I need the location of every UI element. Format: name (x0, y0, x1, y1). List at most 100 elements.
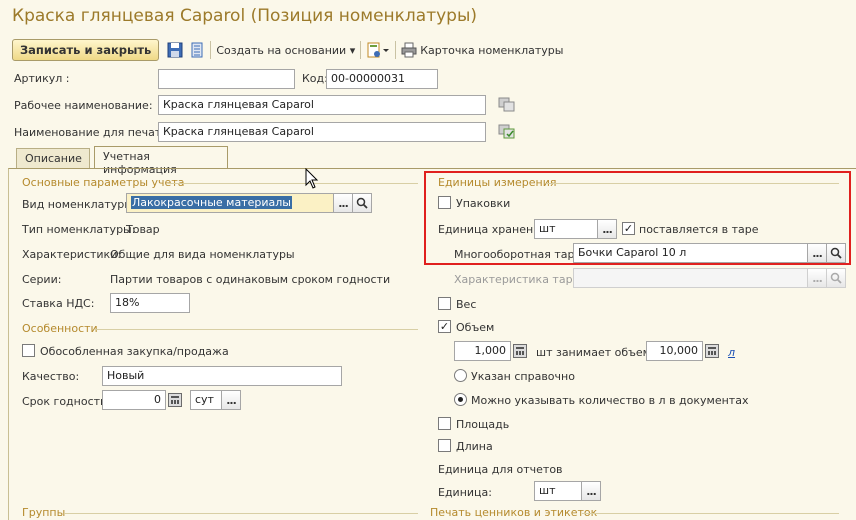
characteristics-value: Общие для вида номенклатуры (110, 248, 295, 261)
radio-docs-label: Можно указывать количество в л в докумен… (471, 394, 749, 407)
volume-label: Объем (456, 321, 495, 334)
code-input[interactable]: 00-00000031 (326, 69, 438, 89)
volume-amount-input[interactable]: 10,000 (646, 341, 703, 361)
area-label: Площадь (456, 418, 510, 431)
calculator-icon[interactable] (705, 344, 719, 358)
unit-select-button[interactable]: ... (581, 481, 601, 501)
work-name-label: Рабочее наименование: (14, 99, 153, 112)
chevron-down-icon: ▾ (349, 43, 356, 57)
volume-text: шт занимает объем (536, 346, 651, 359)
container-characteristic-open-button[interactable] (826, 268, 846, 288)
group-divider (94, 329, 418, 330)
create-based-on-label: Создать на основании (216, 43, 347, 57)
kind-input[interactable]: Лакокрасочные материалы (126, 193, 334, 213)
toolbar-separator (395, 41, 397, 59)
save-and-close-button[interactable]: Записать и закрыть (12, 39, 160, 61)
container-characteristic-input[interactable] (573, 268, 808, 288)
save-icon[interactable] (167, 42, 183, 58)
printer-icon[interactable] (401, 42, 417, 58)
packaging-label: Упаковки (456, 197, 511, 210)
shelf-life-unit-select-button[interactable]: ... (221, 390, 241, 410)
volume-checkbox[interactable]: ✓ (438, 320, 451, 333)
tab-content (8, 168, 856, 520)
returnable-container-input[interactable]: Бочки Caparol 10 л (573, 243, 808, 263)
series-label: Серии: (22, 273, 62, 286)
toolbar: Записать и закрыть Создать на основании … (12, 38, 563, 62)
code-label: Код: (302, 72, 328, 85)
print-name-label: Наименование для печати: (14, 126, 173, 139)
group-divider (582, 513, 839, 514)
characteristics-label: Характеристики: (22, 248, 122, 261)
unit-input[interactable]: шт (534, 481, 582, 501)
length-checkbox[interactable] (438, 439, 451, 452)
tab-description[interactable]: Описание (16, 148, 90, 168)
kind-select-button[interactable]: ... (333, 193, 353, 213)
radio-docs[interactable] (454, 393, 467, 406)
magnifier-icon (830, 272, 842, 284)
groups-group-title: Группы (22, 506, 66, 519)
calculator-icon[interactable] (168, 393, 182, 407)
mouse-cursor-icon (305, 167, 319, 193)
copy-icon[interactable] (497, 95, 517, 115)
returnable-open-button[interactable] (826, 243, 846, 263)
units-group-title: Единицы измерения (438, 176, 557, 189)
kind-open-button[interactable] (352, 193, 372, 213)
type-label: Тип номенклатуры: (22, 223, 136, 236)
article-input[interactable] (158, 69, 295, 89)
shelf-life-input[interactable]: 0 (102, 390, 166, 410)
storage-unit-input[interactable]: шт (534, 219, 598, 239)
features-group-title: Особенности (22, 322, 98, 335)
group-divider (64, 513, 418, 514)
volume-qty-input[interactable]: 1,000 (454, 341, 511, 361)
check-icon: ✓ (439, 320, 450, 333)
area-checkbox[interactable] (438, 417, 451, 430)
type-value: Товар (126, 223, 160, 236)
series-value: Партии товаров с одинаковым сроком годно… (110, 273, 391, 286)
separate-purchase-label: Обособленная закупка/продажа (40, 345, 229, 358)
dots-icon: ... (586, 484, 597, 498)
vat-input[interactable]: 18% (110, 293, 190, 313)
returnable-container-label: Многооборотная тара: (454, 248, 585, 261)
in-container-label: поставляется в таре (639, 223, 759, 236)
toolbar-separator (360, 41, 362, 59)
group-divider (546, 183, 839, 184)
weight-label: Вес (456, 298, 477, 311)
print-name-input[interactable]: Краска глянцевая Caparol (158, 122, 486, 142)
volume-unit-link[interactable]: л (728, 346, 735, 359)
document-list-icon[interactable] (189, 42, 205, 58)
vat-label: Ставка НДС: (22, 297, 95, 310)
print-tags-group-title: Печать ценников и этикеток (430, 506, 598, 519)
check-icon: ✓ (623, 222, 634, 235)
work-name-input[interactable]: Краска глянцевая Caparol (158, 95, 486, 115)
container-characteristic-select-button[interactable]: ... (807, 268, 827, 288)
dots-icon: ... (812, 271, 823, 285)
storage-unit-select-button[interactable]: ... (597, 219, 617, 239)
returnable-select-button[interactable]: ... (807, 243, 827, 263)
tab-accounting-info[interactable]: Учетная информация (94, 146, 228, 176)
magnifier-icon (356, 197, 368, 209)
copy-name-icon[interactable] (497, 122, 517, 142)
dots-icon: ... (812, 246, 823, 260)
length-label: Длина (456, 440, 493, 453)
kind-value: Лакокрасочные материалы (131, 196, 292, 209)
shelf-life-unit-input[interactable]: сут (190, 390, 222, 410)
unit-label: Единица: (438, 486, 492, 499)
magnifier-icon (830, 247, 842, 259)
article-label: Артикул : (14, 72, 70, 85)
quality-input[interactable]: Новый (102, 366, 342, 386)
in-container-checkbox[interactable]: ✓ (622, 222, 635, 235)
create-based-on-menu[interactable]: Создать на основании ▾ (216, 44, 355, 57)
quality-label: Качество: (22, 370, 80, 383)
dots-icon: ... (338, 196, 349, 210)
basic-params-group-title: Основные параметры учета (22, 176, 185, 189)
calculator-icon[interactable] (513, 344, 527, 358)
dots-icon: ... (602, 222, 613, 236)
document-add-icon[interactable] (366, 42, 390, 58)
radio-reference[interactable] (454, 369, 467, 382)
container-characteristic-label: Характеристика тары: (454, 273, 585, 286)
separate-purchase-checkbox[interactable] (22, 344, 35, 357)
radio-reference-label: Указан справочно (471, 370, 575, 383)
nomenclature-card-button[interactable]: Карточка номенклатуры (420, 44, 563, 57)
weight-checkbox[interactable] (438, 297, 451, 310)
packaging-checkbox[interactable] (438, 196, 451, 209)
